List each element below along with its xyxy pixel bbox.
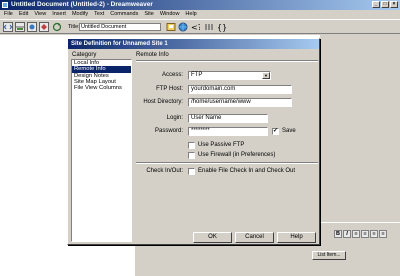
host-directory-label: Host Directory: <box>143 99 183 105</box>
access-value: FTP <box>191 72 203 78</box>
menu-file[interactable]: File <box>4 10 13 19</box>
refresh-icon[interactable] <box>52 22 62 32</box>
navigation-icon[interactable] <box>204 22 214 32</box>
access-label: Access: <box>161 72 183 78</box>
firewall-checkbox[interactable] <box>188 152 195 159</box>
align-left-button[interactable]: ≡ <box>352 230 360 238</box>
bold-button[interactable]: B <box>334 230 342 238</box>
help-button[interactable]: Help <box>277 232 316 243</box>
password-input[interactable]: ******** <box>188 127 268 136</box>
menu-edit[interactable]: Edit <box>19 10 28 19</box>
close-button[interactable]: × <box>390 1 398 8</box>
menu-commands[interactable]: Commands <box>110 10 138 19</box>
code-navigation-icon[interactable]: {} <box>216 22 226 32</box>
format-buttons: B I ≡ ≡ ≡ ≡ <box>334 230 387 238</box>
live-view-icon[interactable] <box>39 22 49 32</box>
enable-checkinout-label: Enable File Check In and Check Out <box>198 168 296 174</box>
svg-text:<?>: <?> <box>191 23 200 32</box>
menu-text[interactable]: Text <box>94 10 104 19</box>
file-management-icon[interactable] <box>166 22 176 32</box>
cancel-button[interactable]: Cancel <box>235 232 274 243</box>
menu-window[interactable]: Window <box>160 10 180 19</box>
app-title-bar: Untitled Document (Untitled-2) - Dreamwe… <box>0 0 400 10</box>
save-password-checkbox[interactable]: ✓ <box>272 128 279 135</box>
window-title: Untitled Document (Untitled-2) - Dreamwe… <box>11 1 153 8</box>
ftp-host-label: FTP Host: <box>156 86 183 92</box>
passive-ftp-label: Use Passive FTP <box>198 142 245 148</box>
dialog-title: Site Definition for Unnamed Site 1 <box>68 39 319 49</box>
category-label: Category <box>72 52 97 58</box>
code-view-icon[interactable] <box>3 22 13 32</box>
preview-browser-icon[interactable] <box>178 22 188 32</box>
italic-button[interactable]: I <box>343 230 351 238</box>
ftp-host-input[interactable]: yourdomain.com <box>188 85 292 94</box>
passive-ftp-checkbox[interactable] <box>188 142 195 149</box>
align-center-button[interactable]: ≡ <box>361 230 369 238</box>
svg-text:{}: {} <box>217 23 226 32</box>
ok-button[interactable]: OK <box>193 232 232 243</box>
save-password-label: Save <box>282 128 296 134</box>
document-title-input[interactable]: Untitled Document <box>79 23 161 31</box>
justify-button[interactable]: ≡ <box>379 230 387 238</box>
checkinout-divider <box>136 162 318 164</box>
dreamweaver-app-icon <box>2 2 8 8</box>
login-label: Login: <box>166 115 183 121</box>
design-view-icon[interactable] <box>27 22 37 32</box>
site-definition-dialog: Site Definition for Unnamed Site 1 Categ… <box>67 38 320 245</box>
password-label: Password: <box>154 128 183 134</box>
access-select[interactable]: FTP ▼ <box>188 71 271 80</box>
title-label: Title: <box>68 24 80 30</box>
chevron-down-icon[interactable]: ▼ <box>262 72 270 79</box>
align-right-button[interactable]: ≡ <box>370 230 378 238</box>
list-item-button[interactable]: List Item... <box>312 251 346 260</box>
enable-checkinout-checkbox[interactable] <box>188 168 195 175</box>
menu-site[interactable]: Site <box>144 10 153 19</box>
firewall-label: Use Firewall (in Preferences) <box>198 152 276 158</box>
document-toolbar: Title: Untitled Document <?> {} <box>0 19 400 34</box>
login-input[interactable]: User Name <box>188 114 268 123</box>
menu-help[interactable]: Help <box>185 10 196 19</box>
section-divider <box>136 60 318 62</box>
check-in-out-label: Check In/Out: <box>146 168 183 174</box>
reference-icon[interactable]: <?> <box>190 22 200 32</box>
maximize-button[interactable]: □ <box>381 1 389 8</box>
menu-bar: File Edit View Insert Modify Text Comman… <box>0 10 400 19</box>
menu-insert[interactable]: Insert <box>52 10 66 19</box>
menu-view[interactable]: View <box>34 10 46 19</box>
minimize-button[interactable]: _ <box>372 1 380 8</box>
split-view-icon[interactable] <box>15 22 25 32</box>
host-directory-input[interactable]: /home/username/www <box>188 98 292 107</box>
menu-modify[interactable]: Modify <box>72 10 88 19</box>
section-title: Remote Info <box>136 52 169 58</box>
